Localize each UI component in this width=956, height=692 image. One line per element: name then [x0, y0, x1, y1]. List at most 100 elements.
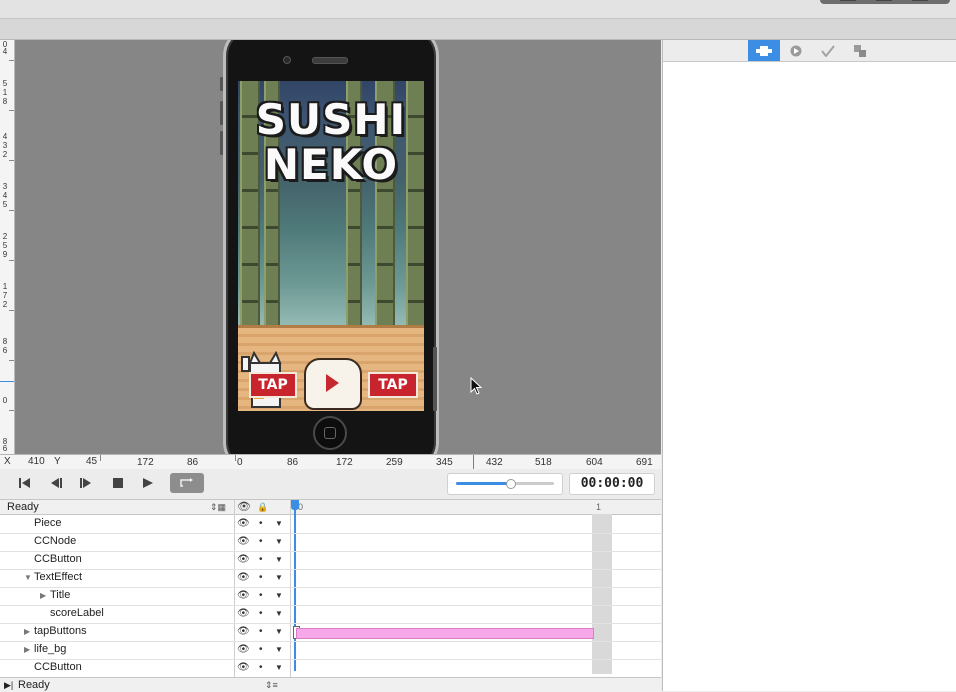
property-menu-icon[interactable]: ▼: [275, 551, 283, 568]
node-name[interactable]: life_bg: [34, 641, 66, 658]
disclosure-closed-icon[interactable]: ▶: [24, 623, 30, 640]
play-button[interactable]: [304, 358, 362, 410]
timeline-node-row[interactable]: CCNode 👁 • ▼: [0, 533, 661, 552]
y-ruler-label: 7: [2, 291, 8, 300]
sequence-popup-icon[interactable]: ⇕▦: [210, 500, 226, 514]
node-name[interactable]: tapButtons: [34, 623, 87, 640]
lock-icon[interactable]: 🔒: [257, 500, 268, 514]
eye-icon[interactable]: 👁: [237, 605, 250, 622]
node-name[interactable]: CCButton: [34, 659, 82, 676]
property-menu-icon[interactable]: ▼: [275, 605, 283, 622]
lock-toggle[interactable]: •: [259, 623, 263, 640]
timeline-node-row[interactable]: ▶ Title 👁 • ▼: [0, 587, 661, 606]
node-name[interactable]: Title: [50, 587, 70, 604]
stop-button[interactable]: [104, 473, 132, 493]
loop-button[interactable]: [170, 473, 204, 493]
y-ruler-label: 0: [2, 396, 8, 405]
node-name[interactable]: Piece: [34, 515, 62, 532]
tab-template[interactable]: [844, 40, 876, 61]
tab-physics[interactable]: [812, 40, 844, 61]
y-ruler-label: 8: [2, 337, 8, 346]
eye-icon[interactable]: 👁: [237, 587, 250, 604]
tap-left-button[interactable]: TAP: [249, 372, 297, 398]
step-back-button[interactable]: [42, 473, 70, 493]
layout-toggle-group[interactable]: [820, 0, 950, 4]
play-triangle-icon: [326, 374, 339, 392]
y-ruler-label: 3: [2, 141, 8, 150]
property-menu-icon[interactable]: ▼: [275, 533, 283, 550]
property-menu-icon[interactable]: ▼: [275, 515, 283, 532]
timeline-scale-slider[interactable]: [447, 473, 563, 495]
chain-selector-icon[interactable]: ▶|: [4, 678, 13, 692]
layout-toggle-middle[interactable]: [876, 0, 892, 1]
node-name[interactable]: scoreLabel: [50, 605, 104, 622]
device-side-button: [220, 131, 223, 155]
y-ruler-label: 9: [2, 250, 8, 259]
node-name[interactable]: CCButton: [34, 551, 82, 568]
mouse-cursor-icon: [470, 377, 482, 395]
device-side-button: [220, 77, 223, 91]
eye-icon[interactable]: 👁: [237, 500, 251, 514]
layout-toggle-right[interactable]: [912, 0, 928, 1]
x-ruler-label: 0: [237, 457, 243, 468]
x-ruler-label: 259: [386, 457, 403, 468]
timeline-node-row[interactable]: CCButton 👁 • ▼: [0, 659, 661, 678]
y-ruler-label: 5: [2, 241, 8, 250]
node-name[interactable]: TextEffect: [34, 569, 82, 586]
lock-toggle[interactable]: •: [259, 515, 263, 532]
eye-icon[interactable]: 👁: [237, 515, 250, 532]
eye-icon[interactable]: 👁: [237, 569, 250, 586]
eye-icon[interactable]: 👁: [237, 641, 250, 658]
play-icon: [143, 478, 153, 488]
timeline-node-row[interactable]: Piece 👁 • ▼: [0, 515, 661, 534]
keyframe-duration-bar[interactable]: [296, 628, 594, 639]
tap-right-button[interactable]: TAP: [368, 372, 418, 398]
game-screen[interactable]: SUSHI NEKO TAP TAP: [238, 81, 424, 411]
play-step-button[interactable]: [72, 473, 100, 493]
property-menu-icon[interactable]: ▼: [275, 623, 283, 640]
play-button-transport[interactable]: [134, 473, 162, 493]
lock-toggle[interactable]: •: [259, 551, 263, 568]
skip-to-start-button[interactable]: [11, 473, 39, 493]
disclosure-open-icon[interactable]: ▼: [24, 569, 32, 586]
lock-toggle[interactable]: •: [259, 659, 263, 676]
lock-toggle[interactable]: •: [259, 587, 263, 604]
slider-track: [456, 479, 554, 489]
property-menu-icon[interactable]: ▼: [275, 659, 283, 676]
lock-toggle[interactable]: •: [259, 569, 263, 586]
layout-toggle-left[interactable]: [840, 0, 856, 1]
timeline-header: Ready ⇕▦ 👁 🔒 0 1: [0, 500, 661, 515]
eye-icon[interactable]: 👁: [237, 533, 250, 550]
eye-icon[interactable]: 👁: [237, 551, 250, 568]
timeline-node-row[interactable]: CCButton 👁 • ▼: [0, 551, 661, 570]
timeline-node-row[interactable]: scoreLabel 👁 • ▼: [0, 605, 661, 624]
y-ruler-label: 8: [2, 97, 8, 106]
lock-toggle[interactable]: •: [259, 605, 263, 622]
game-title-line-1: SUSHI: [255, 95, 407, 144]
slider-knob[interactable]: [505, 479, 516, 489]
slider-fill: [456, 482, 510, 485]
eye-icon[interactable]: 👁: [237, 623, 250, 640]
tab-node-properties[interactable]: [748, 40, 780, 61]
device-side-button: [433, 347, 437, 411]
property-menu-icon[interactable]: ▼: [275, 587, 283, 604]
disclosure-closed-icon[interactable]: ▶: [24, 641, 30, 658]
sequence-selector[interactable]: Ready: [7, 500, 39, 514]
chain-selector[interactable]: Ready: [18, 678, 50, 692]
timeline-node-row[interactable]: ▼ TextEffect 👁 • ▼: [0, 569, 661, 588]
disclosure-closed-icon[interactable]: ▶: [40, 587, 46, 604]
property-menu-icon[interactable]: ▼: [275, 569, 283, 586]
node-name[interactable]: CCNode: [34, 533, 76, 550]
tab-code-connections[interactable]: [780, 40, 812, 61]
lock-toggle[interactable]: •: [259, 533, 263, 550]
stage-canvas[interactable]: SUSHI NEKO TAP TAP: [15, 40, 661, 454]
lock-toggle[interactable]: •: [259, 641, 263, 658]
eye-icon[interactable]: 👁: [237, 659, 250, 676]
playback-controls: 00:00:00: [0, 469, 661, 500]
device-frame: SUSHI NEKO TAP TAP: [220, 40, 439, 454]
chain-popup-icon[interactable]: ⇕≡: [265, 678, 278, 692]
timeline-node-row[interactable]: ▶ life_bg 👁 • ▼: [0, 641, 661, 660]
timeline-panel: Ready ⇕▦ 👁 🔒 0 1 Piece 👁 • ▼ CCNode 👁 • ▼ CCButt…: [0, 500, 661, 691]
code-connections-icon: [790, 45, 802, 56]
property-menu-icon[interactable]: ▼: [275, 641, 283, 658]
